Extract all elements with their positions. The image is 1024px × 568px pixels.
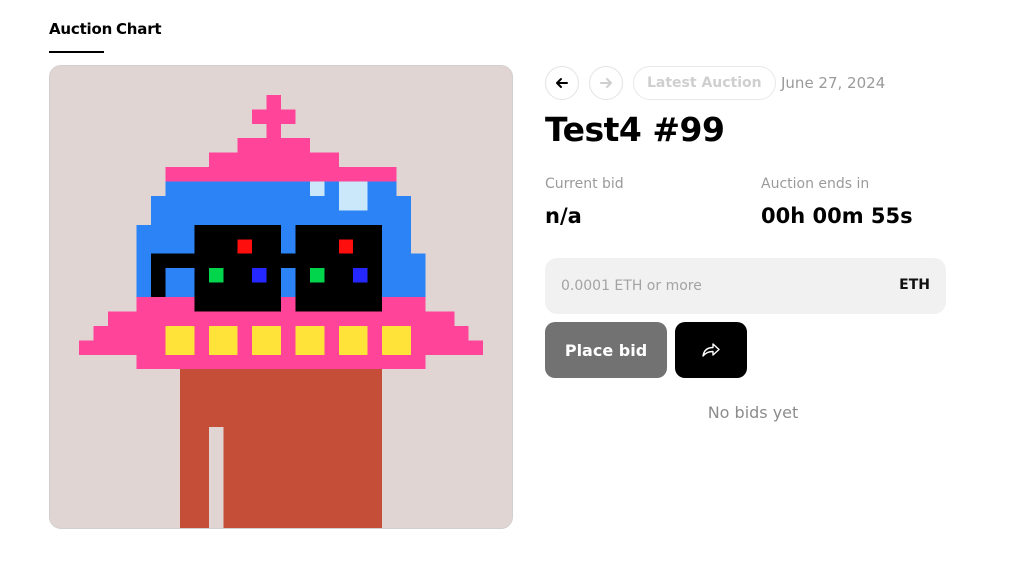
hat-cross-bar — [252, 109, 296, 124]
noun-pixel-image — [78, 94, 484, 528]
hat-cross-stem — [266, 123, 281, 139]
glasses-red-left — [237, 239, 253, 254]
body-stripe — [208, 426, 224, 528]
current-bid-label: Current bid — [545, 176, 624, 192]
glasses-green-right — [309, 268, 325, 283]
auction-title: Test4 #99 — [545, 110, 725, 149]
head-highlight-small — [309, 181, 325, 196]
next-auction-button[interactable] — [589, 66, 623, 100]
glasses-right-lens — [295, 224, 383, 312]
arrow-left-icon — [556, 78, 568, 88]
saucer-row-d — [136, 354, 426, 370]
noun-saucer — [78, 297, 484, 370]
glasses-arm — [151, 268, 166, 297]
auction-date: June 27, 2024 — [781, 74, 886, 92]
auction-countdown: 00h 00m 55s — [761, 204, 913, 228]
latest-auction-button[interactable]: Latest Auction — [633, 66, 776, 100]
head-highlight-large — [338, 181, 368, 211]
arrow-right-icon — [600, 78, 612, 88]
head-blue-b — [151, 195, 411, 211]
share-icon — [702, 343, 720, 357]
glasses-red-right — [338, 239, 354, 254]
bid-input-container: ETH — [545, 258, 946, 314]
current-bid-value: n/a — [545, 204, 582, 228]
tab-chart[interactable]: Chart — [116, 20, 162, 38]
saucer-light-4 — [295, 325, 325, 355]
bid-amount-input[interactable] — [545, 258, 907, 314]
tab-auction[interactable]: Auction — [49, 20, 112, 38]
auction-ends-label: Auction ends in — [761, 176, 870, 192]
glasses-green-left — [208, 268, 224, 283]
place-bid-button[interactable]: Place bid — [545, 322, 667, 378]
noun-artwork — [49, 65, 513, 529]
saucer-light-3 — [252, 325, 281, 355]
saucer-row-a — [107, 311, 455, 326]
share-button[interactable] — [675, 322, 747, 378]
saucer-light-1 — [165, 325, 195, 355]
no-bids-message: No bids yet — [707, 403, 799, 422]
glasses-left-lens — [194, 224, 281, 312]
saucer-light-5 — [338, 325, 368, 355]
glasses-temple — [151, 253, 195, 269]
saucer-band-2 — [281, 297, 296, 312]
previous-auction-button[interactable] — [545, 66, 579, 100]
hat-cross-top — [266, 94, 281, 110]
saucer-light-6 — [382, 325, 411, 355]
noun-body — [179, 369, 383, 528]
hat-brim-mid — [208, 152, 339, 168]
saucer-band-1 — [136, 297, 195, 312]
glasses-indigo-right — [353, 268, 368, 283]
head-blue-c — [151, 210, 411, 225]
glasses-bridge — [281, 253, 296, 269]
head-blue-r3 — [353, 167, 397, 182]
saucer-light-2 — [208, 325, 238, 355]
currency-label: ETH — [899, 277, 930, 293]
noun-hat — [208, 94, 339, 168]
head-blue-r2 — [165, 167, 209, 182]
saucer-band-3 — [382, 297, 426, 312]
active-tab-indicator — [49, 51, 104, 53]
hat-brim-top — [237, 138, 310, 153]
glasses-indigo-left — [252, 268, 267, 283]
